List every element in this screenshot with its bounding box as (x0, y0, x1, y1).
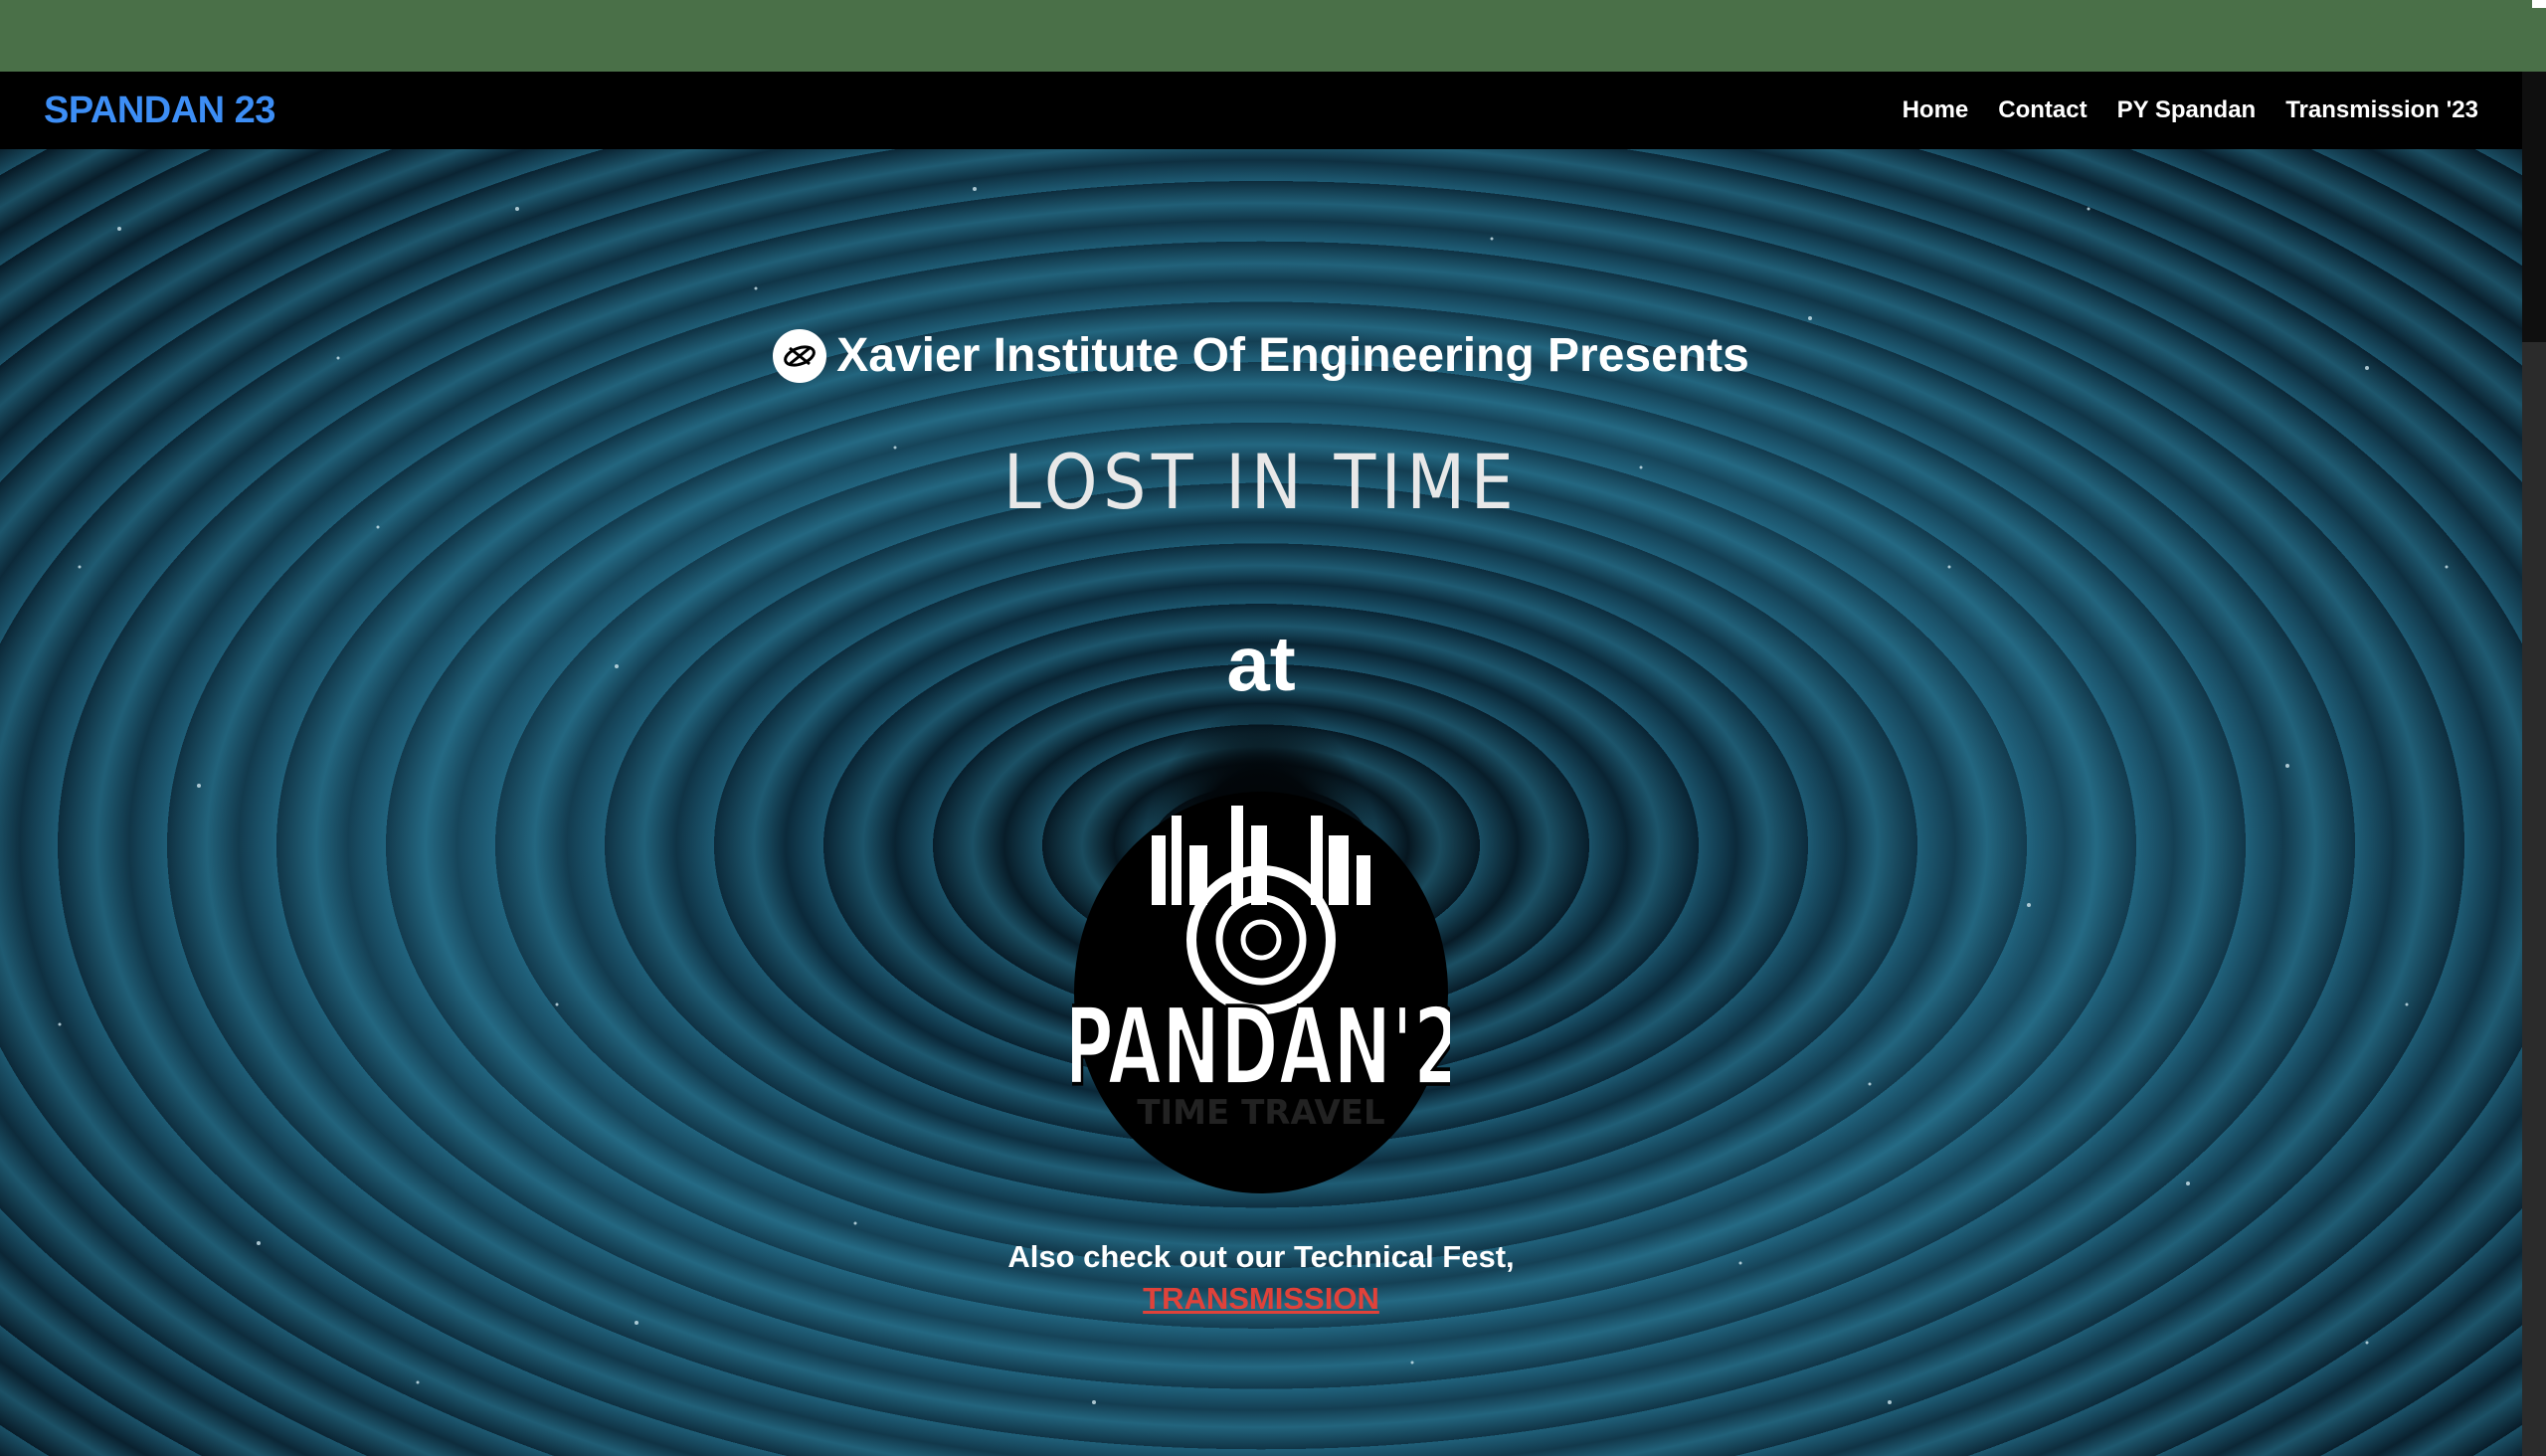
spandan-logo: SPANDAN'23 TIME TRAVEL (1072, 792, 1450, 1193)
at-text: at (1226, 620, 1296, 707)
theme-title: LOST IN TIME (1002, 438, 1520, 526)
brand-logo-link[interactable]: SPANDAN 23 (44, 90, 275, 132)
top-strip (0, 0, 2546, 72)
spandan-logo-subtext: TIME TRAVEL (1137, 1093, 1384, 1133)
nav-home-link[interactable]: Home (1903, 96, 1969, 124)
presents-heading: Xavier Institute Of Engineering Presents (836, 329, 1749, 382)
nav-links: Home Contact PY Spandan Transmission '23 (1903, 96, 2478, 124)
also-check-text: Also check out our Technical Fest, (1007, 1239, 1515, 1274)
scrollbar-thumb[interactable] (2522, 72, 2546, 342)
corner-mark (2532, 0, 2546, 8)
xie-logo-icon (773, 328, 827, 383)
presents-row: Xavier Institute Of Engineering Presents (0, 328, 2522, 383)
navbar: SPANDAN 23 Home Contact PY Spandan Trans… (0, 72, 2522, 149)
nav-transmission-link[interactable]: Transmission '23 (2285, 96, 2478, 124)
spandan-logo-text: SPANDAN'23 (1072, 987, 1450, 1110)
transmission-link[interactable]: TRANSMISSION (1143, 1281, 1379, 1316)
nav-py-spandan-link[interactable]: PY Spandan (2117, 96, 2257, 124)
nav-contact-link[interactable]: Contact (1998, 96, 2087, 124)
also-check-row: Also check out our Technical Fest, TRANS… (0, 1239, 2522, 1323)
